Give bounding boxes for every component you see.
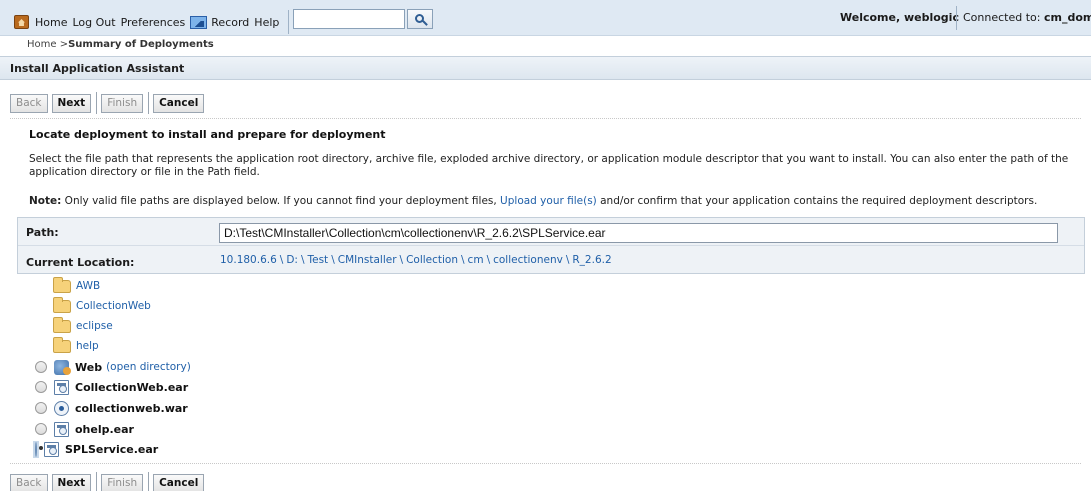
war-file-icon [54,400,69,416]
current-location-row: Current Location: 10.180.6.6 \ D: \ Test \ CMI… [18,246,1084,274]
folder-icon [53,316,71,333]
assistant-header: Install Application Assistant [0,56,1091,80]
step-description: Select the file path that represents the… [29,153,1069,178]
deployable-name: collectionweb.war [75,401,188,415]
deployable-name: Web [75,360,103,374]
web-folder-icon [54,359,71,375]
search-icon [414,13,424,23]
cancel-button[interactable]: Cancel [153,473,205,491]
connected-domain: cm_domai [1043,11,1091,24]
next-button[interactable]: Next [51,93,92,113]
finish-button[interactable]: Finish [101,93,144,113]
home-icon[interactable] [14,15,29,29]
location-crumb[interactable]: R_2.6.2 [572,254,611,266]
cancel-button[interactable]: Cancel [153,93,205,113]
select-radio[interactable] [35,423,47,435]
current-location-label: Current Location: [26,256,135,269]
folder-link[interactable]: CollectionWeb [76,300,151,312]
note-body: Only valid file paths are displayed belo… [61,195,501,207]
connected-status: Connected to: cm_domai [963,11,1091,24]
note-tail: and/or confirm that your application con… [596,195,1038,207]
deployable-item[interactable]: CollectionWeb.ear [35,378,188,396]
folder-item[interactable]: eclipse [53,316,113,335]
button-divider [148,472,150,491]
divider-top [10,118,1081,119]
help-link[interactable]: Help [254,16,279,29]
location-crumb[interactable]: CMInstaller [338,254,397,266]
deployable-item[interactable]: SPLService.ear [33,440,159,458]
toolbar-divider [288,10,290,34]
ear-file-icon [44,441,59,457]
folder-link[interactable]: help [76,340,99,352]
back-button[interactable]: Back [10,473,48,491]
logout-link[interactable]: Log Out [72,16,115,29]
ear-file-icon [54,379,69,395]
assistant-title: Install Application Assistant [10,62,185,75]
folder-item[interactable]: CollectionWeb [53,296,151,315]
location-crumb[interactable]: Test [308,254,329,266]
breadcrumb-current[interactable]: Summary of Deployments [68,39,214,50]
record-icon[interactable] [190,15,208,29]
open-directory-link[interactable]: (open directory) [106,361,191,373]
button-divider [148,92,150,114]
location-crumb[interactable]: D: [286,254,298,266]
folder-icon [53,336,71,353]
select-radio[interactable] [35,441,37,457]
selected-radio-highlight [33,440,39,458]
search-button[interactable] [407,9,433,29]
folder-link[interactable]: AWB [76,280,100,292]
button-divider [96,472,98,491]
upload-files-link[interactable]: Upload your file(s) [500,195,597,207]
ear-file-icon [54,421,69,437]
breadcrumb-home[interactable]: Home > [27,39,68,50]
select-radio[interactable] [35,402,47,414]
wizard-buttons-top: Back Next Finish Cancel [10,92,208,114]
folder-item[interactable]: help [53,336,99,355]
location-crumb[interactable]: 10.180.6.6 [220,254,277,266]
deployable-item[interactable]: Web (open directory) [35,358,191,376]
home-link[interactable]: Home [35,16,67,29]
path-input[interactable] [219,223,1058,243]
select-radio[interactable] [35,361,47,373]
folder-link[interactable]: eclipse [76,320,113,332]
deployable-item[interactable]: collectionweb.war [35,399,188,417]
search-input[interactable] [293,9,405,29]
back-button[interactable]: Back [10,93,48,113]
record-link[interactable]: Record [211,16,249,29]
header-divider [956,6,957,30]
connected-label: Connected to: [963,11,1044,24]
folder-icon [53,296,71,313]
divider-bottom [10,463,1081,464]
note-text: Note: Only valid file paths are displaye… [29,195,1037,207]
path-label: Path: [26,226,59,239]
location-crumb[interactable]: collectionenv [493,254,563,266]
deployable-name: ohelp.ear [75,422,134,436]
preferences-link[interactable]: Preferences [121,16,186,29]
note-label: Note: [29,195,62,207]
top-navigation-bar: Home Log Out Preferences Record Help Wel… [0,0,1091,36]
select-radio[interactable] [35,381,47,393]
location-crumb[interactable]: cm [468,254,484,266]
breadcrumb: Home >Summary of Deployments [27,39,214,50]
deployable-item[interactable]: ohelp.ear [35,420,134,438]
top-links: Home Log Out Preferences Record Help [14,10,295,34]
next-button[interactable]: Next [51,473,92,491]
folder-item[interactable]: AWB [53,276,100,295]
finish-button[interactable]: Finish [101,473,144,491]
welcome-text: Welcome, weblogic [840,11,959,24]
path-row: Path: [18,218,1084,246]
step-heading: Locate deployment to install and prepare… [29,128,386,141]
folder-icon [53,276,71,293]
deployable-name: SPLService.ear [65,442,159,456]
location-breadcrumb: 10.180.6.6 \ D: \ Test \ CMInstaller \ Collectio… [220,254,612,266]
button-divider [96,92,98,114]
deployable-name: CollectionWeb.ear [75,380,189,394]
location-crumb[interactable]: Collection [406,254,458,266]
wizard-buttons-bottom: Back Next Finish Cancel [10,472,208,491]
path-table: Path: Current Location: 10.180.6.6\D:\Te… [17,217,1085,274]
